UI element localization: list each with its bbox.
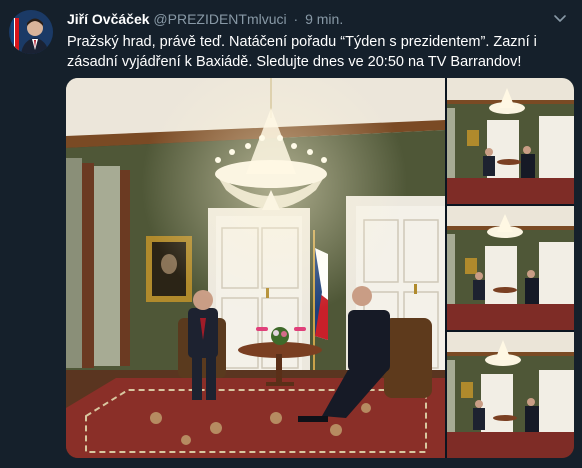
tweet-header: Jiří Ovčáček @PREZIDENTmlvuci · 9 min. <box>67 10 343 28</box>
avatar[interactable] <box>9 10 53 54</box>
photo-thumbnail-2[interactable] <box>447 206 574 330</box>
tweet[interactable]: Jiří Ovčáček @PREZIDENTmlvuci · 9 min. P… <box>0 0 582 468</box>
author-name[interactable]: Jiří Ovčáček <box>67 11 150 27</box>
author-handle[interactable]: @PREZIDENTmlvuci <box>153 11 286 27</box>
chevron-down-icon[interactable] <box>550 8 570 28</box>
photo-main[interactable] <box>66 78 445 458</box>
photo-thumbnail-1[interactable] <box>447 78 574 204</box>
photo-thumbnail-3[interactable] <box>447 332 574 458</box>
media-grid <box>66 78 574 458</box>
timestamp[interactable]: 9 min. <box>305 11 343 27</box>
separator-dot: · <box>293 11 299 27</box>
tweet-text: Pražský hrad, právě teď. Natáčení pořadu… <box>67 34 537 70</box>
